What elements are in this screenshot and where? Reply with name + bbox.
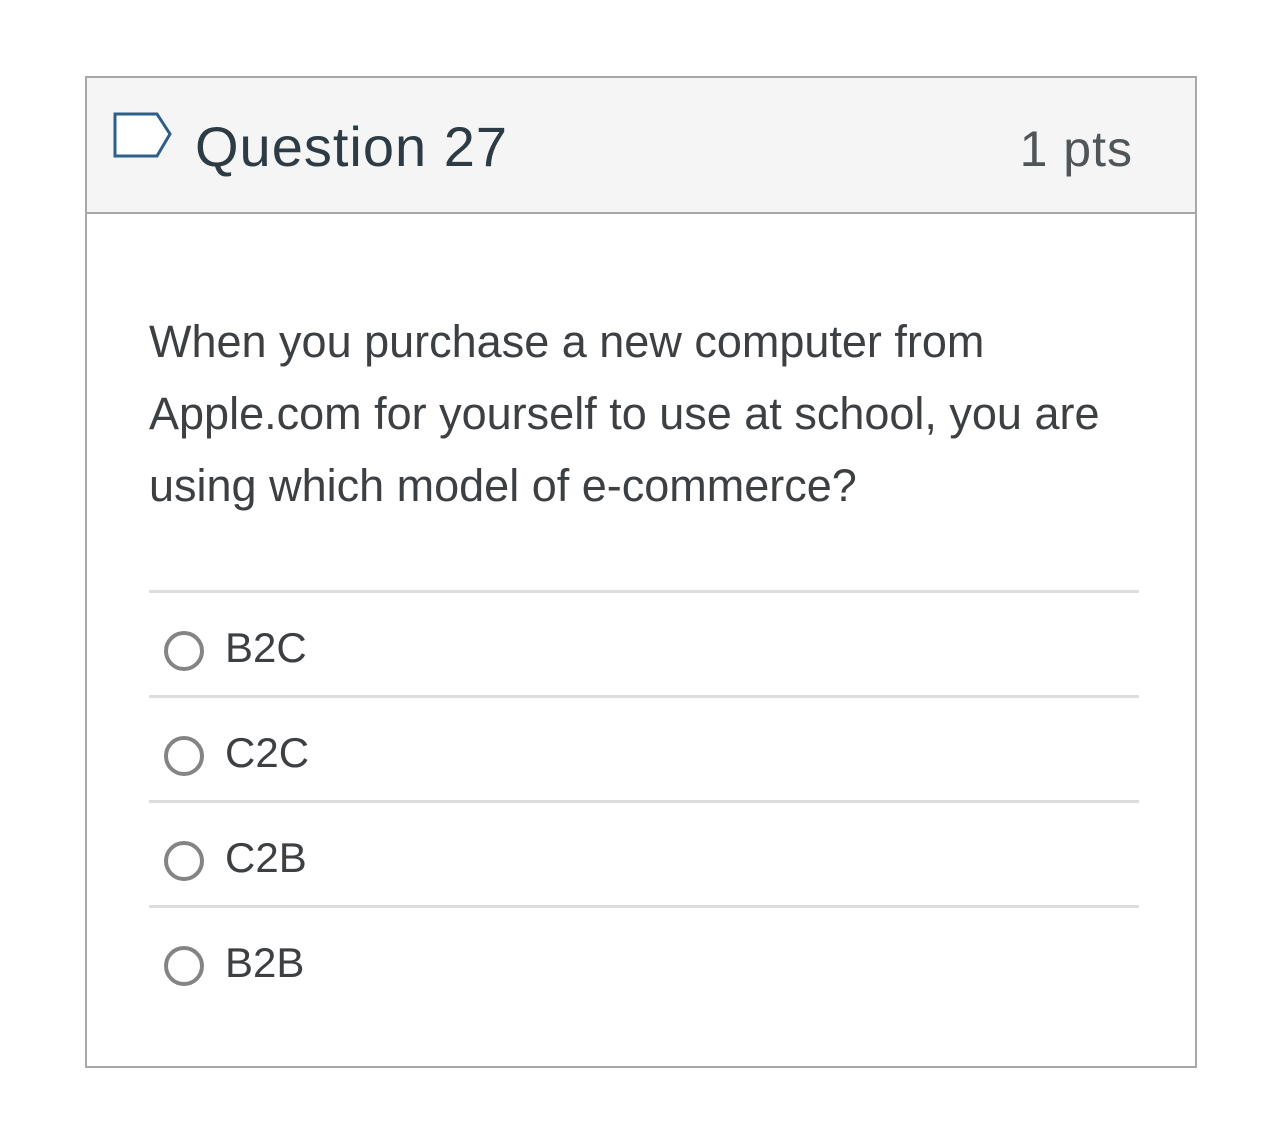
answer-option-c2c[interactable]: C2C bbox=[149, 695, 1139, 800]
answer-option-b2c[interactable]: B2C bbox=[149, 590, 1139, 695]
question-points: 1 pts bbox=[1019, 121, 1133, 177]
answer-label[interactable]: B2C bbox=[225, 623, 307, 673]
question-card: Question 27 1 pts When you purchase a ne… bbox=[85, 76, 1197, 1068]
flag-icon[interactable] bbox=[111, 110, 175, 162]
question-title: Question 27 bbox=[195, 115, 508, 178]
answer-label[interactable]: B2B bbox=[225, 938, 304, 988]
answer-option-b2b[interactable]: B2B bbox=[149, 905, 1139, 1010]
question-text: When you purchase a new computer from Ap… bbox=[149, 316, 1100, 511]
answer-label[interactable]: C2C bbox=[225, 728, 309, 778]
radio-button-icon[interactable] bbox=[164, 631, 204, 671]
answer-label[interactable]: C2B bbox=[225, 833, 307, 883]
answer-option-c2b[interactable]: C2B bbox=[149, 800, 1139, 905]
question-header: Question 27 1 pts bbox=[87, 78, 1195, 214]
radio-button-icon[interactable] bbox=[164, 736, 204, 776]
radio-button-icon[interactable] bbox=[164, 841, 204, 881]
radio-button-icon[interactable] bbox=[164, 946, 204, 986]
answer-list: B2C C2C C2B B2B bbox=[149, 590, 1139, 1010]
